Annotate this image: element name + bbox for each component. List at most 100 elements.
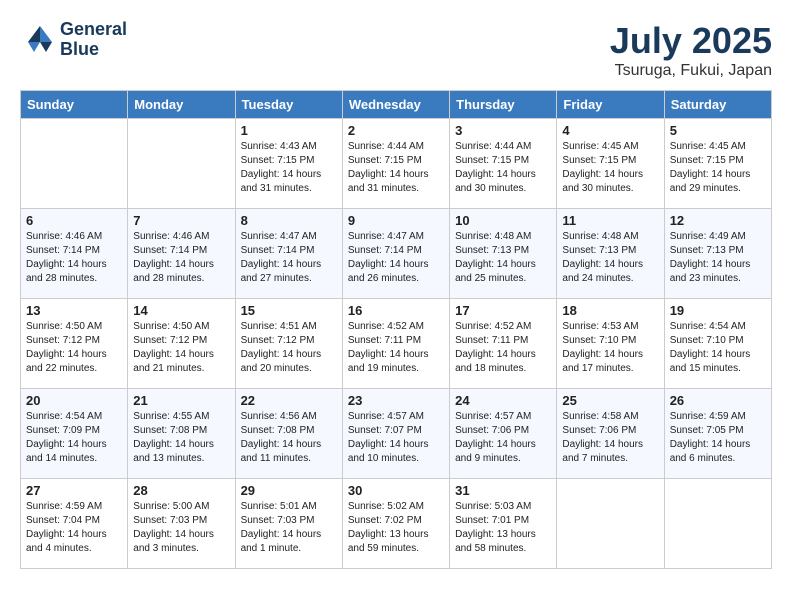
day-info: Sunrise: 5:00 AM Sunset: 7:03 PM Dayligh… xyxy=(133,500,229,556)
calendar-cell xyxy=(128,119,235,209)
day-number: 30 xyxy=(348,483,444,498)
calendar-table: SundayMondayTuesdayWednesdayThursdayFrid… xyxy=(20,90,772,569)
calendar-cell: 14 Sunrise: 4:50 AM Sunset: 7:12 PM Dayli… xyxy=(128,299,235,389)
day-number: 28 xyxy=(133,483,229,498)
day-info: Sunrise: 4:52 AM Sunset: 7:11 PM Dayligh… xyxy=(348,320,444,376)
calendar-cell: 12 Sunrise: 4:49 AM Sunset: 7:13 PM Dayli… xyxy=(664,209,771,299)
calendar-cell: 10 Sunrise: 4:48 AM Sunset: 7:13 PM Dayli… xyxy=(450,209,557,299)
week-row-2: 6 Sunrise: 4:46 AM Sunset: 7:14 PM Daylig… xyxy=(21,209,772,299)
day-number: 18 xyxy=(562,303,658,318)
weekday-header-row: SundayMondayTuesdayWednesdayThursdayFrid… xyxy=(21,91,772,119)
day-number: 14 xyxy=(133,303,229,318)
calendar-cell xyxy=(21,119,128,209)
page-header: General Blue July 2025 Tsuruga, Fukui, J… xyxy=(20,20,772,80)
day-info: Sunrise: 4:47 AM Sunset: 7:14 PM Dayligh… xyxy=(348,230,444,286)
calendar-cell: 21 Sunrise: 4:55 AM Sunset: 7:08 PM Dayli… xyxy=(128,389,235,479)
day-number: 24 xyxy=(455,393,551,408)
calendar-cell: 28 Sunrise: 5:00 AM Sunset: 7:03 PM Dayli… xyxy=(128,479,235,569)
day-info: Sunrise: 4:48 AM Sunset: 7:13 PM Dayligh… xyxy=(455,230,551,286)
day-info: Sunrise: 4:53 AM Sunset: 7:10 PM Dayligh… xyxy=(562,320,658,376)
week-row-5: 27 Sunrise: 4:59 AM Sunset: 7:04 PM Dayli… xyxy=(21,479,772,569)
day-number: 13 xyxy=(26,303,122,318)
day-info: Sunrise: 4:43 AM Sunset: 7:15 PM Dayligh… xyxy=(241,140,337,196)
day-info: Sunrise: 4:44 AM Sunset: 7:15 PM Dayligh… xyxy=(348,140,444,196)
calendar-cell: 20 Sunrise: 4:54 AM Sunset: 7:09 PM Dayli… xyxy=(21,389,128,479)
calendar-cell: 31Sunrise: 5:03 AM Sunset: 7:01 PM Dayli… xyxy=(450,479,557,569)
calendar-cell: 7 Sunrise: 4:46 AM Sunset: 7:14 PM Daylig… xyxy=(128,209,235,299)
day-number: 3 xyxy=(455,123,551,138)
day-number: 21 xyxy=(133,393,229,408)
calendar-cell: 13 Sunrise: 4:50 AM Sunset: 7:12 PM Dayli… xyxy=(21,299,128,389)
calendar-cell xyxy=(557,479,664,569)
calendar-cell: 8Sunrise: 4:47 AM Sunset: 7:14 PM Daylig… xyxy=(235,209,342,299)
day-number: 6 xyxy=(26,213,122,228)
calendar-cell xyxy=(664,479,771,569)
weekday-header-thursday: Thursday xyxy=(450,91,557,119)
day-info: Sunrise: 5:02 AM Sunset: 7:02 PM Dayligh… xyxy=(348,500,444,556)
day-number: 9 xyxy=(348,213,444,228)
calendar-cell: 17 Sunrise: 4:52 AM Sunset: 7:11 PM Dayli… xyxy=(450,299,557,389)
calendar-cell: 19 Sunrise: 4:54 AM Sunset: 7:10 PM Dayli… xyxy=(664,299,771,389)
day-info: Sunrise: 4:46 AM Sunset: 7:14 PM Dayligh… xyxy=(26,230,122,286)
day-info: Sunrise: 4:57 AM Sunset: 7:06 PM Dayligh… xyxy=(455,410,551,466)
day-info: Sunrise: 4:46 AM Sunset: 7:14 PM Dayligh… xyxy=(133,230,229,286)
title-block: July 2025 Tsuruga, Fukui, Japan xyxy=(610,20,772,80)
day-info: Sunrise: 4:44 AM Sunset: 7:15 PM Dayligh… xyxy=(455,140,551,196)
day-number: 20 xyxy=(26,393,122,408)
day-number: 8 xyxy=(241,213,337,228)
day-number: 31 xyxy=(455,483,551,498)
week-row-4: 20 Sunrise: 4:54 AM Sunset: 7:09 PM Dayli… xyxy=(21,389,772,479)
calendar-cell: 22 Sunrise: 4:56 AM Sunset: 7:08 PM Dayli… xyxy=(235,389,342,479)
day-number: 22 xyxy=(241,393,337,408)
logo-text: General Blue xyxy=(60,20,127,60)
day-number: 27 xyxy=(26,483,122,498)
day-info: Sunrise: 4:50 AM Sunset: 7:12 PM Dayligh… xyxy=(133,320,229,376)
day-info: Sunrise: 4:59 AM Sunset: 7:04 PM Dayligh… xyxy=(26,500,122,556)
day-info: Sunrise: 4:57 AM Sunset: 7:07 PM Dayligh… xyxy=(348,410,444,466)
calendar-cell: 24 Sunrise: 4:57 AM Sunset: 7:06 PM Dayli… xyxy=(450,389,557,479)
week-row-1: 1Sunrise: 4:43 AM Sunset: 7:15 PM Daylig… xyxy=(21,119,772,209)
calendar-cell: 4Sunrise: 4:45 AM Sunset: 7:15 PM Daylig… xyxy=(557,119,664,209)
day-info: Sunrise: 4:49 AM Sunset: 7:13 PM Dayligh… xyxy=(670,230,766,286)
day-number: 17 xyxy=(455,303,551,318)
calendar-cell: 18 Sunrise: 4:53 AM Sunset: 7:10 PM Dayli… xyxy=(557,299,664,389)
weekday-header-friday: Friday xyxy=(557,91,664,119)
month-title: July 2025 xyxy=(610,20,772,62)
weekday-header-saturday: Saturday xyxy=(664,91,771,119)
week-row-3: 13 Sunrise: 4:50 AM Sunset: 7:12 PM Dayli… xyxy=(21,299,772,389)
calendar-cell: 25 Sunrise: 4:58 AM Sunset: 7:06 PM Dayli… xyxy=(557,389,664,479)
calendar-cell: 26Sunrise: 4:59 AM Sunset: 7:05 PM Dayli… xyxy=(664,389,771,479)
day-info: Sunrise: 4:52 AM Sunset: 7:11 PM Dayligh… xyxy=(455,320,551,376)
calendar-cell: 30 Sunrise: 5:02 AM Sunset: 7:02 PM Dayli… xyxy=(342,479,449,569)
day-number: 12 xyxy=(670,213,766,228)
day-number: 25 xyxy=(562,393,658,408)
day-info: Sunrise: 4:54 AM Sunset: 7:09 PM Dayligh… xyxy=(26,410,122,466)
day-number: 7 xyxy=(133,213,229,228)
weekday-header-monday: Monday xyxy=(128,91,235,119)
day-info: Sunrise: 4:58 AM Sunset: 7:06 PM Dayligh… xyxy=(562,410,658,466)
calendar-cell: 29Sunrise: 5:01 AM Sunset: 7:03 PM Dayli… xyxy=(235,479,342,569)
day-number: 10 xyxy=(455,213,551,228)
day-info: Sunrise: 4:56 AM Sunset: 7:08 PM Dayligh… xyxy=(241,410,337,466)
day-info: Sunrise: 4:48 AM Sunset: 7:13 PM Dayligh… xyxy=(562,230,658,286)
calendar-cell: 3 Sunrise: 4:44 AM Sunset: 7:15 PM Daylig… xyxy=(450,119,557,209)
day-info: Sunrise: 4:51 AM Sunset: 7:12 PM Dayligh… xyxy=(241,320,337,376)
day-number: 26 xyxy=(670,393,766,408)
day-info: Sunrise: 4:50 AM Sunset: 7:12 PM Dayligh… xyxy=(26,320,122,376)
day-number: 2 xyxy=(348,123,444,138)
calendar-cell: 15Sunrise: 4:51 AM Sunset: 7:12 PM Dayli… xyxy=(235,299,342,389)
day-info: Sunrise: 4:45 AM Sunset: 7:15 PM Dayligh… xyxy=(670,140,766,196)
day-info: Sunrise: 4:55 AM Sunset: 7:08 PM Dayligh… xyxy=(133,410,229,466)
calendar-cell: 9 Sunrise: 4:47 AM Sunset: 7:14 PM Daylig… xyxy=(342,209,449,299)
calendar-cell: 23Sunrise: 4:57 AM Sunset: 7:07 PM Dayli… xyxy=(342,389,449,479)
day-number: 5 xyxy=(670,123,766,138)
calendar-cell: 6 Sunrise: 4:46 AM Sunset: 7:14 PM Daylig… xyxy=(21,209,128,299)
day-info: Sunrise: 4:54 AM Sunset: 7:10 PM Dayligh… xyxy=(670,320,766,376)
day-info: Sunrise: 5:01 AM Sunset: 7:03 PM Dayligh… xyxy=(241,500,337,556)
weekday-header-sunday: Sunday xyxy=(21,91,128,119)
location-title: Tsuruga, Fukui, Japan xyxy=(610,62,772,80)
day-number: 19 xyxy=(670,303,766,318)
day-number: 11 xyxy=(562,213,658,228)
weekday-header-wednesday: Wednesday xyxy=(342,91,449,119)
day-number: 4 xyxy=(562,123,658,138)
